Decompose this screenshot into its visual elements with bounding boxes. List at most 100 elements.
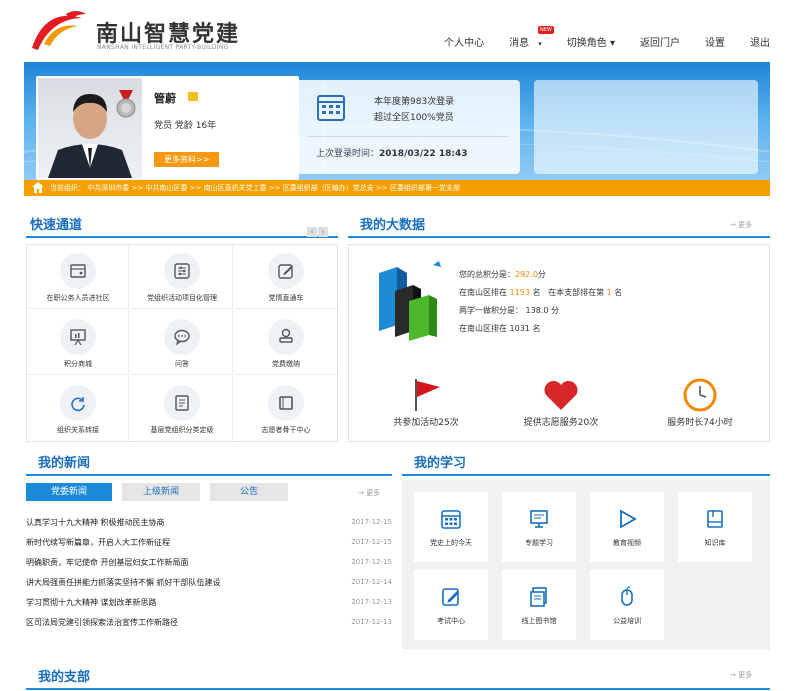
window-icon	[279, 396, 293, 410]
site-logo[interactable]: 南山智慧党建 NANSHAN INTELLIGENT PARTY-BUILDIN…	[26, 8, 256, 54]
last-login-label: 上次登录时间：	[316, 149, 380, 159]
bigdata-more-link[interactable]: → 更多	[730, 220, 752, 230]
learning-item[interactable]: 公益培训	[590, 570, 664, 640]
card-icon	[70, 264, 86, 278]
bigdata-panel: 您的总积分是：292.0分 在南山区排在 1153 名 在本支部排在第 1 名 …	[348, 244, 770, 442]
total-score-label: 您的总积分是：	[459, 270, 515, 279]
news-row-title: 明确职责，牢记使命 开创基层妇女工作新局面	[26, 557, 189, 567]
tab-upper-news[interactable]: 上级新闻	[122, 483, 200, 501]
nav-back-portal[interactable]: 返回门户	[640, 34, 680, 49]
quick-item[interactable]: 党费缴纳	[235, 311, 337, 375]
screen-icon	[530, 510, 548, 528]
logo-subtitle: NANSHAN INTELLIGENT PARTY-BUILDING	[97, 44, 229, 51]
learning-item-label: 公益培训	[613, 617, 641, 625]
play-icon	[620, 509, 637, 529]
news-row[interactable]: 学习贯彻十九大精神 谋划改革新思路 2017-12-13	[26, 592, 392, 612]
tab-party-news[interactable]: 党委新闻	[26, 483, 112, 501]
quick-item[interactable]: 党组织活动项目化管理	[131, 245, 233, 309]
branch-more-link[interactable]: → 更多	[730, 670, 752, 680]
news-underline	[26, 474, 392, 476]
learning-item[interactable]: 专题学习	[502, 492, 576, 562]
login-stats-card: 本年度第983次登录 超过全区100%党员 上次登录时间：2018/03/22 …	[294, 80, 520, 174]
quick-item[interactable]: 组织关系转接	[27, 377, 129, 441]
bigdata-underline	[348, 236, 770, 238]
rank-district-unit: 名	[532, 288, 541, 297]
total-score-unit: 分	[537, 270, 546, 279]
nav-messages-label: 消息	[509, 38, 530, 49]
tab-notices[interactable]: 公告	[210, 483, 288, 501]
rank-branch-unit: 名	[614, 288, 623, 297]
home-icon[interactable]	[32, 182, 44, 193]
quick-item-label: 组织关系转接	[57, 426, 99, 434]
volunteer-stat-label: 提供志愿服务20次	[523, 418, 599, 428]
heart-icon	[544, 380, 578, 410]
quick-item[interactable]: 志愿者骨干中心	[235, 377, 337, 441]
breadcrumb-text[interactable]: 当前组织： 中共深圳市委 >> 中共南山区委 >> 南山区直机关党工委 >> 区…	[50, 184, 460, 192]
quick-item[interactable]: 基层党组织分类定级	[131, 377, 233, 441]
bigdata-title: 我的大数据	[360, 218, 426, 233]
service-hours-label: 服务时长74小时	[667, 418, 733, 428]
quick-item[interactable]: 问答	[131, 311, 233, 375]
logo-mark-icon	[32, 11, 86, 50]
news-row[interactable]: 讲大局强责任拼能力抓落实坚持不懈 抓好干部队伍建设 2017-12-14	[26, 572, 392, 592]
edit-icon	[278, 264, 293, 279]
learning-item[interactable]: 线上图书馆	[502, 570, 576, 640]
nav-personal-center[interactable]: 个人中心	[444, 34, 484, 49]
total-score: 您的总积分是：292.0分	[459, 269, 546, 280]
total-score-value: 292.0	[515, 270, 538, 279]
branch-underline	[26, 688, 770, 690]
news-more-link[interactable]: → 更多	[358, 488, 380, 498]
learning-item[interactable]: 党史上的今天	[414, 492, 488, 562]
learning-item-label: 知识库	[704, 539, 726, 547]
nav-logout[interactable]: 退出	[750, 34, 770, 49]
learning-item-label: 党史上的今天	[430, 539, 472, 547]
quick-item-label: 积分商城	[64, 360, 92, 368]
bar-chart-3d-icon	[379, 261, 441, 341]
news-row-date: 2017-12-15	[351, 538, 392, 546]
news-row[interactable]: 明确职责，牢记使命 开创基层妇女工作新局面 2017-12-15	[26, 552, 392, 572]
prev-arrow-icon[interactable]: ‹	[307, 227, 317, 237]
quick-item[interactable]: 在职公务人员进社区	[27, 245, 129, 309]
icon-circle	[60, 319, 96, 355]
quick-item-label: 在职公务人员进社区	[46, 294, 110, 302]
nav-settings[interactable]: 设置	[705, 34, 725, 49]
calendar-grid-icon	[441, 510, 461, 529]
calendar-icon	[317, 95, 345, 121]
rank-branch-value: 1	[606, 288, 612, 297]
chevron-down-icon: ▾	[538, 40, 542, 48]
news-row-title: 认真学习十九大精神 积极推动民主协商	[26, 517, 165, 527]
top-nav: 个人中心 消息 NEW ▾ 切换角色 ▾ 返回门户 设置 退出	[419, 26, 770, 49]
refresh-icon	[71, 397, 85, 412]
profile-banner: 管蔚 党员 党龄 16年 更多资料>> 本年度第983次登录 超过全区100%党…	[24, 62, 770, 196]
news-row-title: 学习贯彻十九大精神 谋划改革新思路	[26, 597, 157, 607]
settings-list-icon	[174, 263, 190, 279]
edit-profile-icon[interactable]	[188, 92, 198, 101]
learning-underline	[402, 474, 770, 476]
last-login: 上次登录时间：2018/03/22 18:43	[316, 146, 467, 159]
next-arrow-icon[interactable]: ›	[318, 227, 328, 237]
news-row[interactable]: 认真学习十九大精神 积极推动民主协商 2017-12-15	[26, 512, 392, 532]
nav-switch-role[interactable]: 切换角色 ▾	[567, 34, 615, 49]
learning-item[interactable]: 考试中心	[414, 570, 488, 640]
news-list: 认真学习十九大精神 积极推动民主协商 2017-12-15 新时代续写新篇章，开启…	[26, 512, 392, 632]
learning-item[interactable]: 知识库	[678, 492, 752, 562]
book-icon	[707, 510, 723, 528]
news-row[interactable]: 新时代续写新篇章，开启人大工作新征程 2017-12-15	[26, 532, 392, 552]
learning-item-label: 教育视频	[613, 539, 641, 547]
activity-stat: 共参加活动25次	[371, 377, 481, 428]
rank-stats: 在南山区排在 1153 名 在本支部排在第 1 名	[459, 287, 622, 298]
activity-stat-label: 共参加活动25次	[393, 418, 459, 428]
news-row[interactable]: 区司法局党建引领探索法治宣传工作新路径 2017-12-13	[26, 612, 392, 632]
news-row-title: 区司法局党建引领探索法治宣传工作新路径	[26, 617, 178, 627]
news-row-date: 2017-12-14	[351, 578, 392, 586]
news-row-date: 2017-12-13	[351, 598, 392, 606]
quick-item[interactable]: 党情直通车	[235, 245, 337, 309]
news-row-date: 2017-12-15	[351, 518, 392, 526]
nav-messages[interactable]: 消息 NEW ▾	[509, 26, 554, 49]
quick-access-pager: ‹ ›	[306, 219, 328, 238]
more-profile-button[interactable]: 更多资料>>	[154, 152, 220, 167]
quick-item[interactable]: 积分商城	[27, 311, 129, 375]
branch-title: 我的支部	[38, 670, 91, 685]
learning-item[interactable]: 教育视频	[590, 492, 664, 562]
login-count: 本年度第983次登录	[374, 97, 455, 107]
